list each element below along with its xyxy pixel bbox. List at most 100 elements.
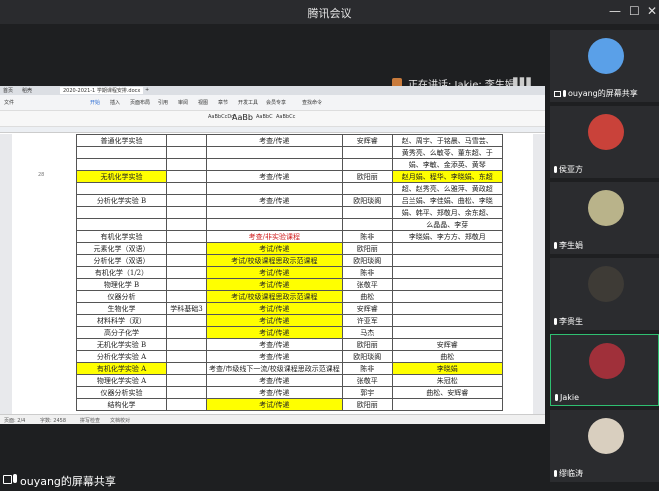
cell-extra <box>391 266 503 279</box>
new-tab-button[interactable]: + <box>145 87 149 93</box>
participant-name: 缪临涛 <box>554 468 583 479</box>
cell-teacher: 曲松 <box>341 290 393 303</box>
cell-teacher: 张敬平 <box>341 278 393 291</box>
table-row: 高分子化学 考试/传递 马杰 <box>76 326 503 339</box>
cell-group <box>166 290 207 303</box>
table-row: 有机化学实验 A 考查/市级线下一流/校级课程思政示范课程 陈非 李晓娟 <box>76 362 503 375</box>
cell-course: 普通化学实验 <box>76 134 167 147</box>
cell-group <box>166 182 207 195</box>
menu-insert[interactable]: 插入 <box>110 99 120 106</box>
cell-group <box>166 254 207 267</box>
participant-tile[interactable]: Jakie <box>550 334 659 406</box>
table-row: 娟、李敏、金添英、黄琴 <box>76 158 503 171</box>
cell-method: 考试/传递 <box>206 314 343 327</box>
screen-share-bar: ouyang的屏幕共享 <box>0 470 545 491</box>
style-normal[interactable]: AaBbCcDd <box>208 114 234 120</box>
cell-teacher: 许亚军 <box>341 314 393 327</box>
cell-extra <box>391 326 503 339</box>
doc-tab-docer[interactable]: 稻壳 <box>22 87 32 94</box>
status-bar: 页面: 2/4 字数: 2458 拼写检查 文档校对 <box>0 414 545 424</box>
participant-label: 侯亚方 <box>559 165 583 174</box>
cell-method: 考试/校级课程思政示范课程 <box>206 290 343 303</box>
menu-layout[interactable]: 页面布局 <box>130 99 150 106</box>
menu-home[interactable]: 开始 <box>90 99 100 106</box>
cell-extra <box>391 278 503 291</box>
participant-label: ouyang的屏幕共享 <box>568 89 638 98</box>
mic-icon <box>13 474 17 483</box>
cell-extra: 李晓娟、李方方、郑敬月 <box>391 230 503 243</box>
cell-extra <box>391 302 503 315</box>
cell-extra <box>391 290 503 303</box>
menu-references[interactable]: 引用 <box>158 99 168 106</box>
participant-label: 缪临涛 <box>559 469 583 478</box>
participant-tile[interactable]: ouyang的屏幕共享 <box>550 30 659 102</box>
table-row: 元素化学（双语） 考试/传递 欧阳丽 <box>76 242 503 255</box>
participant-list: ouyang的屏幕共享侯亚方李生娟李贵生 Jakie 缪临涛 <box>550 30 659 491</box>
table-row: 超、赵秀亮、么雅萍、黄政超 <box>76 182 503 195</box>
cell-course: 有机化学（1/2） <box>76 266 167 279</box>
style-heading1[interactable]: AaBb <box>232 113 253 122</box>
cell-course: 物理化学实验 A <box>76 374 167 387</box>
table-row: 有机化学（1/2） 考试/传递 陈非 <box>76 266 503 279</box>
table-row: 普通化学实验 考查/传递 安辉睿 赵、周宇、于铭晨、马雪芸、 <box>76 134 503 147</box>
cell-teacher <box>341 146 393 159</box>
style-heading3[interactable]: AaBbCc <box>276 114 295 120</box>
menu-vip[interactable]: 会员专享 <box>266 99 286 106</box>
cell-course: 生物化学 <box>76 302 167 315</box>
participant-tile[interactable]: 侯亚方 <box>550 106 659 178</box>
status-proof[interactable]: 文档校对 <box>110 417 130 424</box>
cell-extra: 朱冠松 <box>391 374 503 387</box>
menu-dev-tools[interactable]: 开发工具 <box>238 99 258 106</box>
menu-review[interactable]: 审阅 <box>178 99 188 106</box>
cell-course: 分析化学实验 B <box>76 194 167 207</box>
participant-label: 李贵生 <box>559 317 583 326</box>
table-row: 分析化学实验 B 考查/传递 欧阳琰阁 吕兰娟、李佳娟、曲松、李晓 <box>76 194 503 207</box>
cell-group <box>166 266 207 279</box>
avatar <box>588 114 624 150</box>
mic-icon <box>563 90 566 97</box>
cell-method: 考试/传递 <box>206 266 343 279</box>
avatar <box>588 190 624 226</box>
cell-method: 考查/传递 <box>206 194 343 207</box>
menu-search-command[interactable]: 查找命令 <box>302 99 322 106</box>
cell-course <box>76 158 167 171</box>
participant-label: 李生娟 <box>559 241 583 250</box>
table-row: 结构化学 考试/传递 欧阳丽 <box>76 398 503 411</box>
cell-course: 有机化学实验 <box>76 230 167 243</box>
avatar <box>589 343 625 379</box>
cell-method: 考试/传递 <box>206 302 343 315</box>
cell-method: 考查/传递 <box>206 338 343 351</box>
participant-label: Jakie <box>560 393 580 402</box>
participant-name: 李生娟 <box>554 240 583 251</box>
status-spell[interactable]: 拼写检查 <box>80 417 100 424</box>
cell-group <box>166 134 207 147</box>
window-title: 腾讯会议 <box>307 7 352 20</box>
cell-extra: 吕兰娟、李佳娟、曲松、李晓 <box>391 194 503 207</box>
minimize-button[interactable]: — <box>609 4 621 18</box>
table-row: 分析化学实验 A 考查/传递 欧阳琰阁 曲松 <box>76 350 503 363</box>
doc-tab-home[interactable]: 首页 <box>3 87 13 94</box>
status-page: 页面: 2/4 <box>4 418 26 424</box>
style-heading2[interactable]: AaBbC <box>256 114 273 120</box>
cell-course: 物理化学 B <box>76 278 167 291</box>
participant-tile[interactable]: 李贵生 <box>550 258 659 330</box>
cell-method: 考试/传递 <box>206 326 343 339</box>
table-row: 无机化学实验 考查/传递 欧阳丽 赵月娟、程华、李晓娟、东超 <box>76 170 503 183</box>
cell-teacher: 欧阳琰阁 <box>341 350 393 363</box>
mic-icon <box>554 470 557 477</box>
cell-extra: 曲松、安辉睿 <box>391 386 503 399</box>
participant-tile[interactable]: 缪临涛 <box>550 410 659 482</box>
cell-method <box>206 158 343 171</box>
menu-file[interactable]: 文件 <box>4 99 14 106</box>
table-row: 么晶晶、李芽 <box>76 218 503 231</box>
participant-tile[interactable]: 李生娟 <box>550 182 659 254</box>
cell-group <box>166 218 207 231</box>
close-button[interactable]: ✕ <box>647 4 657 18</box>
ruler <box>0 127 545 133</box>
menu-chapter[interactable]: 章节 <box>218 99 228 106</box>
table-row: 生物化学 学科基础3 考试/传递 安辉睿 <box>76 302 503 315</box>
cell-teacher: 郭宇 <box>341 386 393 399</box>
maximize-button[interactable]: ☐ <box>629 4 640 18</box>
doc-tab-active[interactable]: 2020-2021-1 学期课程安排.docx <box>60 87 144 94</box>
menu-view[interactable]: 视图 <box>198 99 208 106</box>
